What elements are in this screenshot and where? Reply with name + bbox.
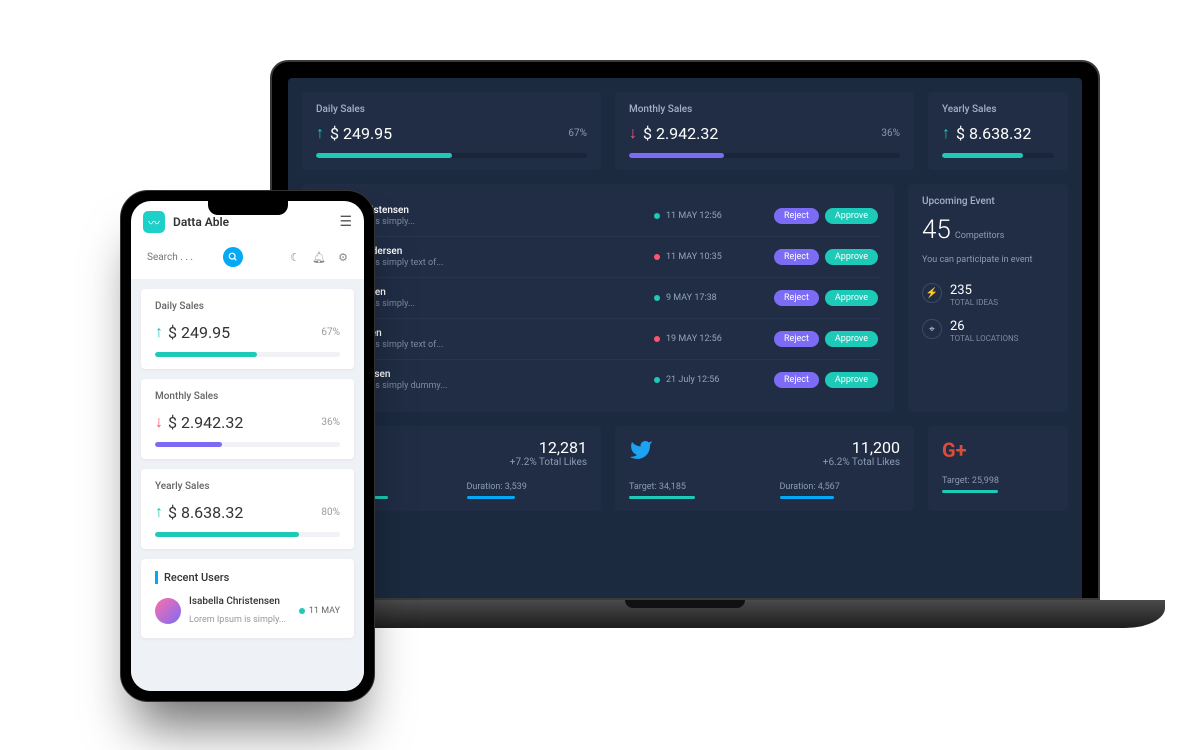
search-button[interactable] [223, 247, 243, 267]
upcoming-event-card[interactable]: Upcoming Event 45 Competitors You can pa… [908, 184, 1068, 412]
arrow-up-icon: ↑ [155, 322, 163, 342]
reject-button[interactable]: Reject [774, 249, 819, 265]
pin-icon: ⌖ [922, 319, 942, 339]
progress-bar [316, 153, 587, 158]
progress-bar [155, 352, 340, 357]
laptop-mockup: Daily Sales ↑$ 249.95 67% Monthly Sales … [270, 60, 1100, 628]
list-item[interactable]: Isabella Christensen Lorem Ipsum is simp… [155, 596, 340, 626]
desktop-dashboard: Daily Sales ↑$ 249.95 67% Monthly Sales … [288, 78, 1082, 598]
card-title: Daily Sales [316, 104, 587, 115]
progress-bar [942, 153, 1054, 158]
monthly-sales-card[interactable]: Monthly Sales ↓$ 2.942.32 36% [141, 379, 354, 459]
locations-stat: ⌖ 26TOTAL LOCATIONS [922, 319, 1054, 343]
progress-bar [155, 442, 340, 447]
card-title: Yearly Sales [942, 104, 1054, 115]
reject-button[interactable]: Reject [774, 208, 819, 224]
mobile-dashboard: 〰 Datta Able ☰ ☾ 🔔︎ ⚙ [131, 201, 364, 691]
google-plus-icon: G+ [942, 438, 967, 462]
approve-button[interactable]: Approve [825, 290, 878, 306]
ideas-stat: ⚡ 235TOTAL IDEAS [922, 283, 1054, 307]
recent-users-card: Isabella ChristensenLorem Ipsum is simpl… [302, 184, 894, 412]
mobile-toolbar: ☾ 🔔︎ ⚙ [131, 241, 364, 279]
recent-users-card[interactable]: Recent Users Isabella Christensen Lorem … [141, 559, 354, 638]
status-dot-icon [654, 254, 660, 260]
phone-bezel: 〰 Datta Able ☰ ☾ 🔔︎ ⚙ [120, 190, 375, 702]
status-dot-icon [299, 608, 305, 614]
arrow-down-icon: ↓ [155, 412, 163, 432]
table-row[interactable]: Karla SorensenLorem Ipsum is simply... 9… [316, 277, 880, 318]
mobile-body: Daily Sales ↑$ 249.95 67% Monthly Sales … [131, 279, 364, 691]
social-card-twitter[interactable]: 11,200 +6.2% Total Likes Target: 34,185 … [615, 426, 914, 511]
table-row[interactable]: Albert AndersenLorem Ipsum is simply dum… [316, 359, 880, 400]
reject-button[interactable]: Reject [774, 290, 819, 306]
arrow-up-icon: ↑ [316, 123, 324, 143]
arrow-up-icon: ↑ [942, 123, 950, 143]
card-title: Upcoming Event [922, 196, 1054, 207]
phone-mockup: 〰 Datta Able ☰ ☾ 🔔︎ ⚙ [120, 190, 375, 702]
bolt-icon: ⚡ [922, 283, 942, 303]
approve-button[interactable]: Approve [825, 372, 878, 388]
sales-cards-row: Daily Sales ↑$ 249.95 67% Monthly Sales … [288, 78, 1082, 170]
menu-button[interactable]: ☰ [339, 214, 352, 230]
daily-sales-card[interactable]: Daily Sales ↑$ 249.95 67% [141, 289, 354, 369]
twitter-icon [629, 438, 653, 468]
status-dot-icon [654, 295, 660, 301]
table-row[interactable]: Ida JorgensenLorem Ipsum is simply text … [316, 318, 880, 359]
arrow-down-icon: ↓ [629, 123, 637, 143]
mid-row: Isabella ChristensenLorem Ipsum is simpl… [288, 170, 1082, 412]
card-title: Monthly Sales [629, 104, 900, 115]
moon-icon[interactable]: ☾ [290, 251, 300, 264]
status-dot-icon [654, 336, 660, 342]
approve-button[interactable]: Approve [825, 249, 878, 265]
brand-logo-icon: 〰 [143, 211, 165, 233]
yearly-sales-card[interactable]: Yearly Sales ↑$ 8.638.32 80% [141, 469, 354, 549]
laptop-bezel: Daily Sales ↑$ 249.95 67% Monthly Sales … [270, 60, 1100, 600]
social-row: 12,281 +7.2% Total Likes Target: 35,098 … [288, 412, 1082, 511]
progress-bar [155, 532, 340, 537]
avatar [155, 598, 181, 624]
approve-button[interactable]: Approve [825, 331, 878, 347]
bell-icon[interactable]: 🔔︎ [312, 251, 326, 264]
search-input[interactable] [147, 247, 243, 267]
table-row[interactable]: Isabella ChristensenLorem Ipsum is simpl… [316, 196, 880, 236]
phone-notch [208, 201, 288, 215]
social-card-google[interactable]: G+ Target: 25,998 [928, 426, 1068, 511]
status-dot-icon [654, 213, 660, 219]
table-row[interactable]: Mathilde AndersenLorem Ipsum is simply t… [316, 236, 880, 277]
reject-button[interactable]: Reject [774, 331, 819, 347]
arrow-up-icon: ↑ [155, 502, 163, 522]
yearly-sales-card[interactable]: Yearly Sales ↑$ 8.638.32 [928, 92, 1068, 170]
status-dot-icon [654, 377, 660, 383]
reject-button[interactable]: Reject [774, 372, 819, 388]
approve-button[interactable]: Approve [825, 208, 878, 224]
daily-sales-card[interactable]: Daily Sales ↑$ 249.95 67% [302, 92, 601, 170]
progress-bar [629, 153, 900, 158]
gear-icon[interactable]: ⚙ [338, 251, 348, 264]
monthly-sales-card[interactable]: Monthly Sales ↓$ 2.942.32 36% [615, 92, 914, 170]
